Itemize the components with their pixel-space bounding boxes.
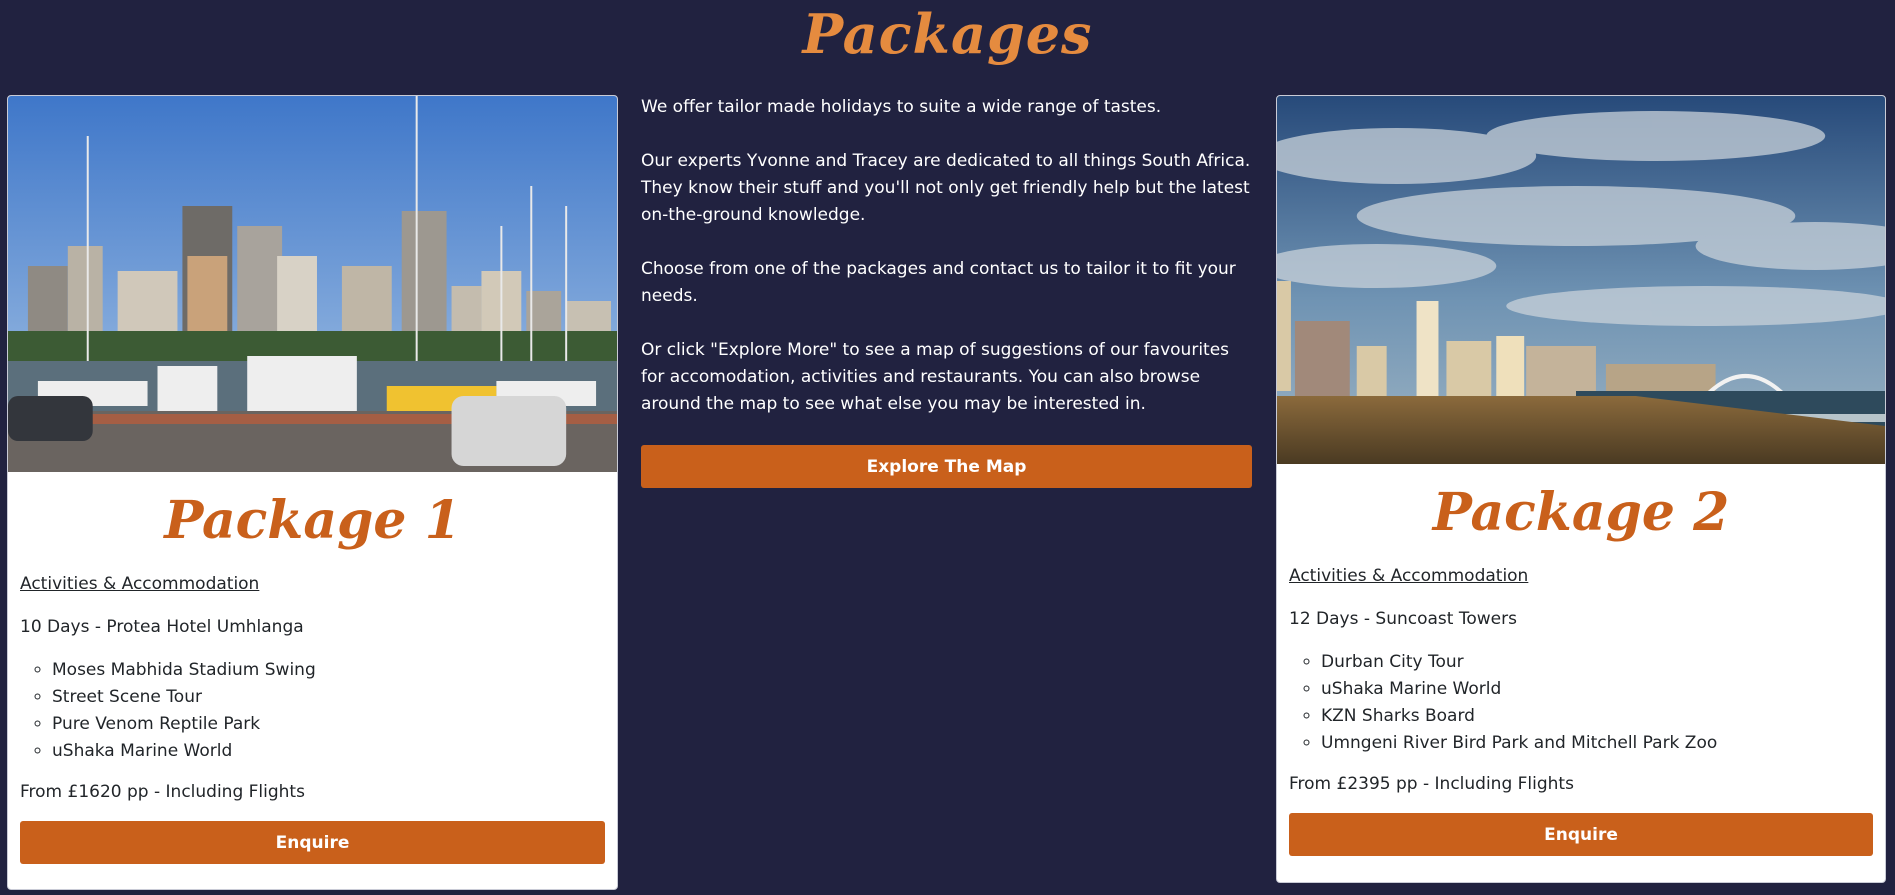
list-item: Moses Mabhida Stadium Swing (52, 657, 605, 684)
packages-page: Packages Package 1 Activities & Accommod… (0, 0, 1895, 895)
list-item: uShaka Marine World (1321, 676, 1873, 703)
package-2-duration: 12 Days - Suncoast Towers (1289, 609, 1517, 629)
intro-section: We offer tailor made holidays to suite a… (641, 94, 1252, 488)
intro-paragraph: Choose from one of the packages and cont… (641, 259, 1236, 306)
list-item: Street Scene Tour (52, 684, 605, 711)
package-1-image-marina (8, 96, 617, 472)
package-1-section-heading: Activities & Accommodation (20, 574, 260, 594)
enquire-button-package-2[interactable]: Enquire (1289, 813, 1873, 856)
package-card-1: Package 1 Activities & Accommodation 10 … (7, 95, 618, 890)
page-title: Packages (802, 2, 1093, 66)
list-item: KZN Sharks Board (1321, 703, 1873, 730)
list-item: Pure Venom Reptile Park (52, 711, 605, 738)
list-item: uShaka Marine World (52, 738, 605, 765)
intro-paragraph: We offer tailor made holidays to suite a… (641, 97, 1162, 117)
package-2-title: Package 2 (1432, 482, 1730, 543)
intro-paragraph: Our experts Yvonne and Tracey are dedica… (641, 151, 1251, 225)
package-1-body: Package 1 Activities & Accommodation 10 … (8, 472, 617, 864)
package-2-body: Package 2 Activities & Accommodation 12 … (1277, 464, 1885, 856)
list-item: Umngeni River Bird Park and Mitchell Par… (1321, 730, 1873, 757)
package-2-image-beach (1277, 96, 1885, 464)
package-card-2: Package 2 Activities & Accommodation 12 … (1276, 95, 1886, 883)
package-1-duration: 10 Days - Protea Hotel Umhlanga (20, 617, 304, 637)
package-1-title: Package 1 (164, 490, 461, 551)
package-1-price: From £1620 pp - Including Flights (20, 782, 305, 802)
package-1-activities: Moses Mabhida Stadium Swing Street Scene… (20, 657, 605, 765)
enquire-button-package-1[interactable]: Enquire (20, 821, 605, 864)
package-2-price: From £2395 pp - Including Flights (1289, 774, 1574, 794)
intro-paragraph: Or click "Explore More" to see a map of … (641, 340, 1230, 414)
explore-map-button[interactable]: Explore The Map (641, 445, 1252, 488)
list-item: Durban City Tour (1321, 649, 1873, 676)
package-2-activities: Durban City Tour uShaka Marine World KZN… (1289, 649, 1873, 757)
package-2-section-heading: Activities & Accommodation (1289, 566, 1529, 586)
